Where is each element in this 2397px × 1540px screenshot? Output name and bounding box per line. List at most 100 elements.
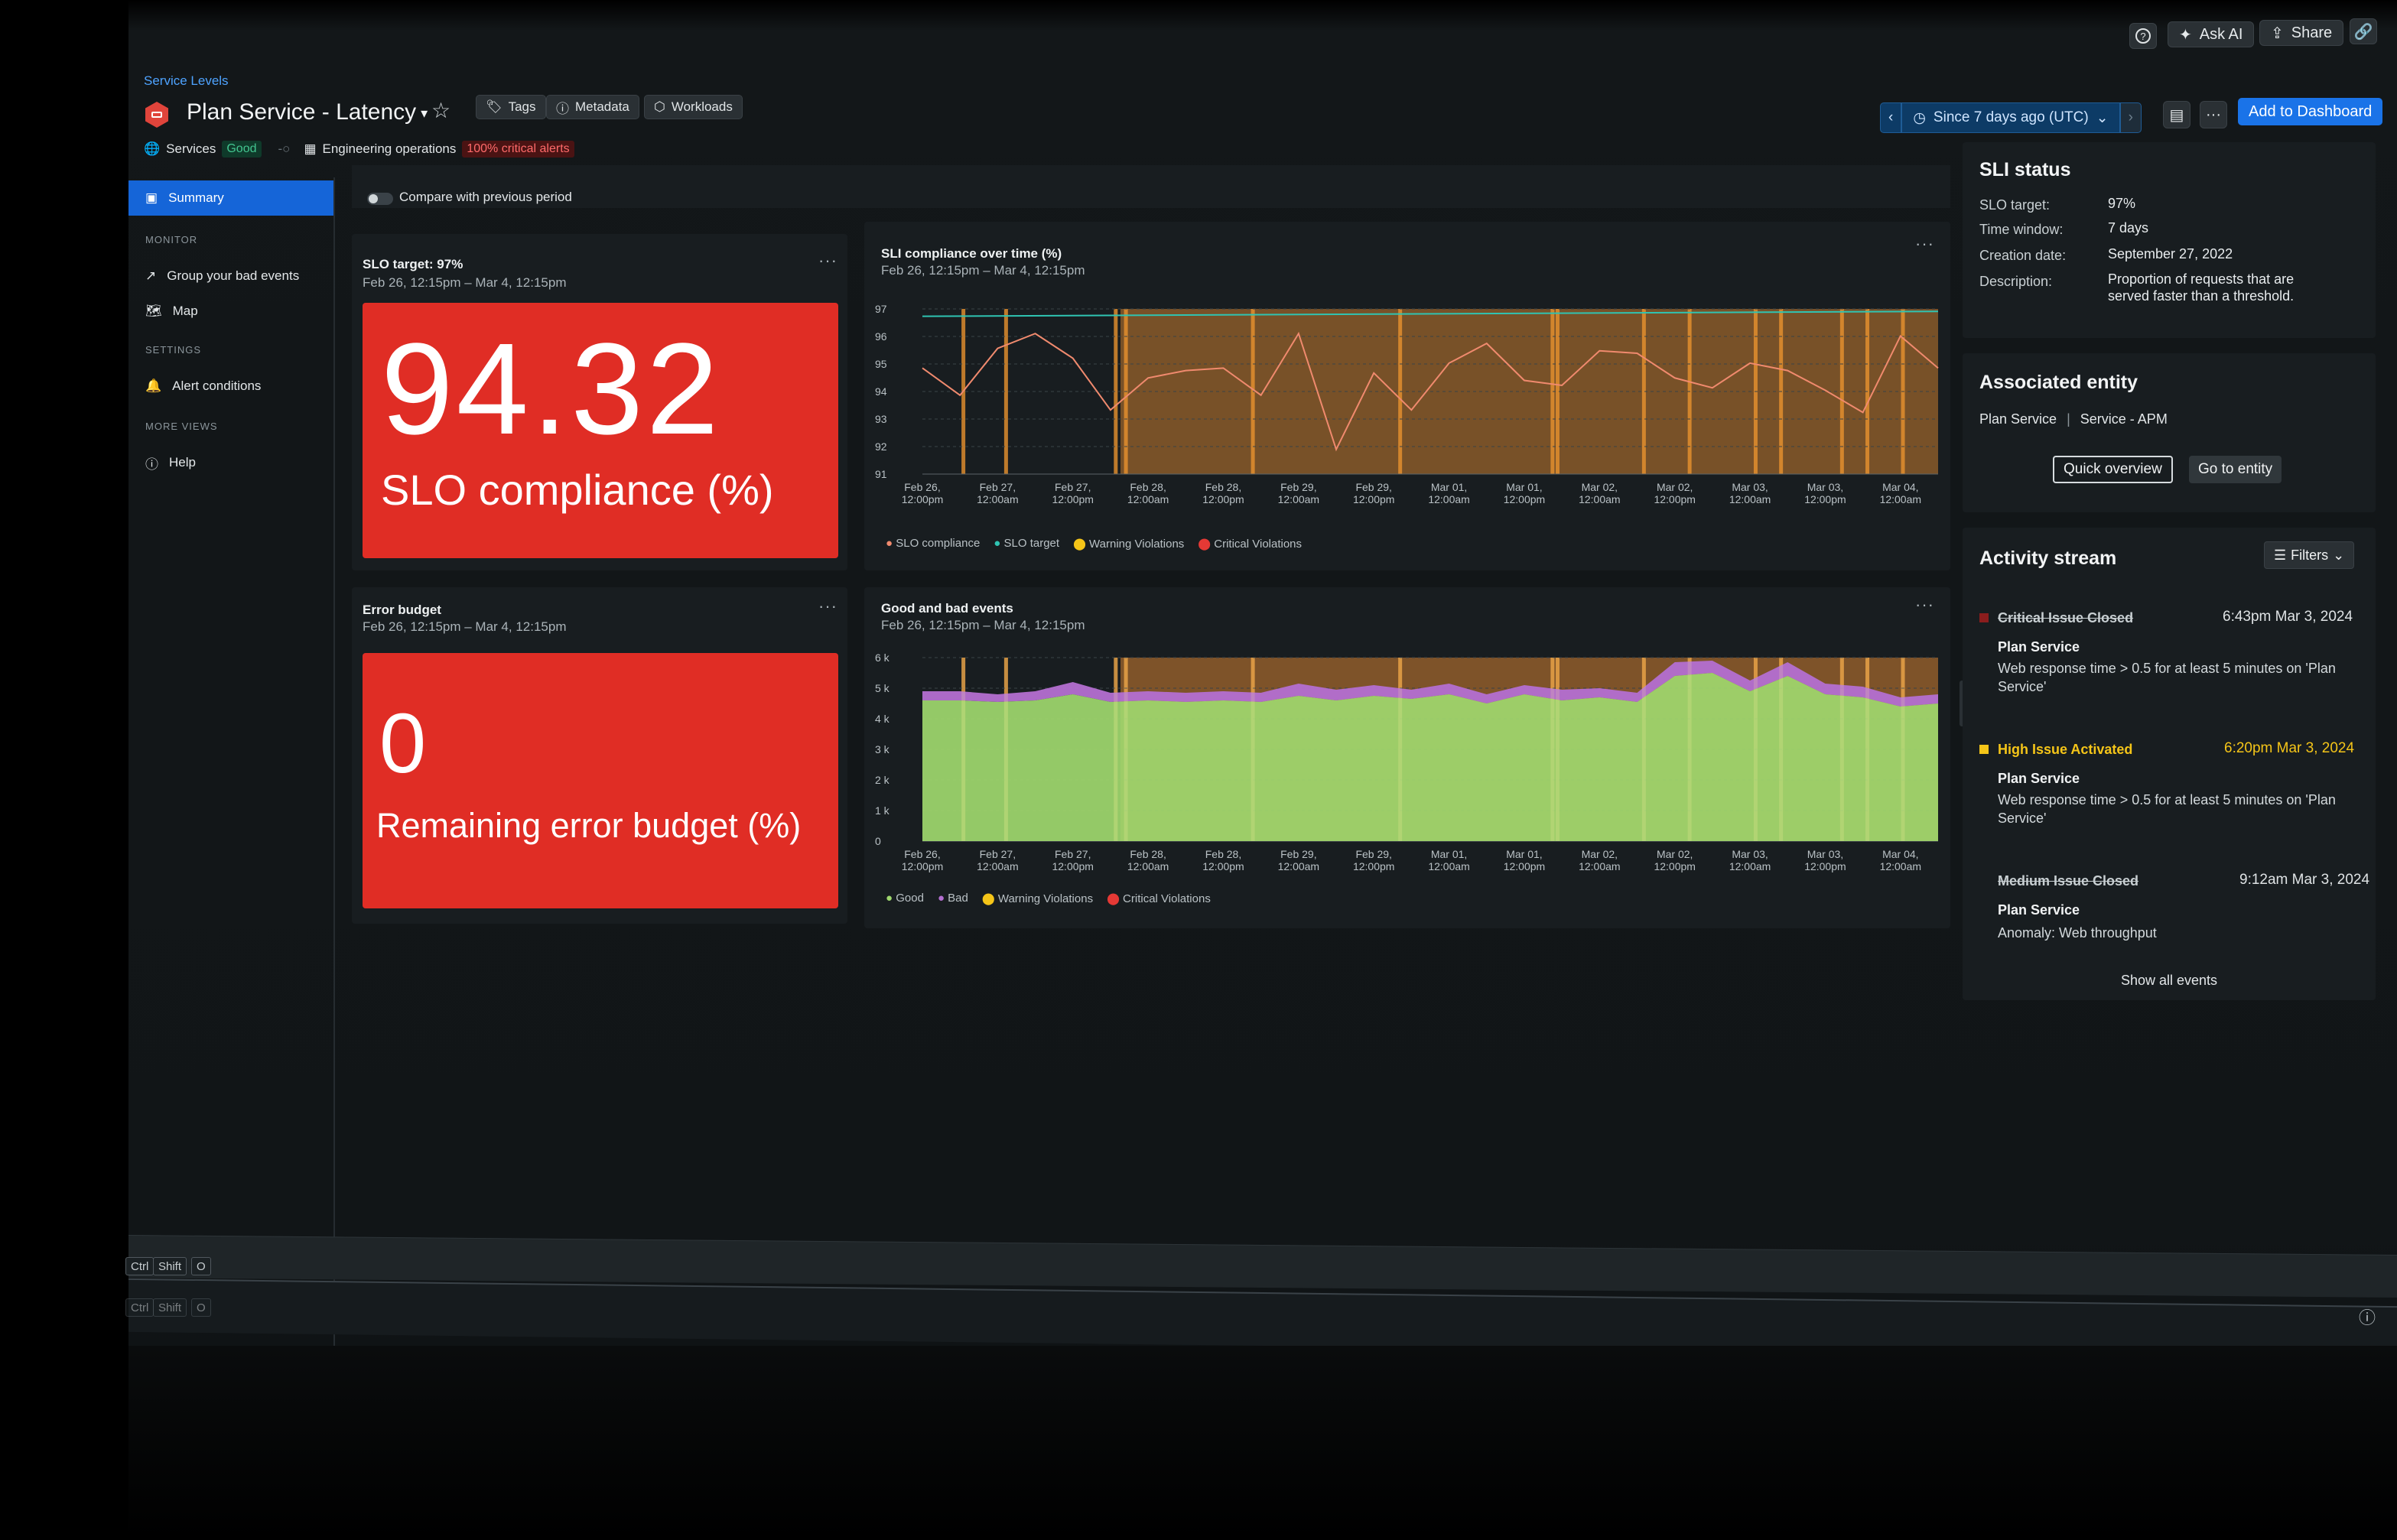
- share-button[interactable]: ⇪ Share: [2259, 20, 2344, 46]
- show-all-events-link[interactable]: Show all events: [1963, 973, 2376, 989]
- panel-menu-icon[interactable]: ···: [1915, 595, 1934, 615]
- y-tick-label: 2 k: [875, 774, 890, 786]
- favorite-star-icon[interactable]: ☆: [431, 98, 450, 123]
- time-range-button[interactable]: ◷ Since 7 days ago (UTC) ⌄: [1901, 102, 2120, 133]
- x-tick-label: 12:00pm: [1353, 493, 1394, 505]
- creation-date-label: Creation date:: [1979, 248, 2067, 263]
- connector-icon: -○: [278, 141, 291, 156]
- event-description: Web response time > 0.5 for at least 5 m…: [1998, 661, 2336, 694]
- time-prev-button[interactable]: ‹: [1880, 102, 1902, 133]
- critical-violation-overlay: [1003, 658, 1008, 841]
- tag-icon: 🏷: [486, 99, 502, 114]
- sidebar-item-alert-conditions[interactable]: 🔔 Alert conditions: [128, 369, 333, 404]
- critical-violation-overlay: [1687, 658, 1692, 841]
- shortcut-key: O: [191, 1257, 211, 1275]
- go-to-entity-button[interactable]: Go to entity: [2189, 456, 2282, 483]
- bell-icon: 🔔: [145, 379, 162, 393]
- sparkle-icon: ✦: [2179, 26, 2192, 44]
- compare-toggle[interactable]: [367, 193, 393, 205]
- event-time: 9:12am Mar 3, 2024: [2239, 872, 2370, 888]
- legend-item[interactable]: ● Good: [886, 892, 924, 905]
- grid-icon: ▦: [304, 141, 317, 156]
- legend-item[interactable]: ⬤ Critical Violations: [1198, 537, 1302, 551]
- panel-subtitle: Feb 26, 12:15pm – Mar 4, 12:15pm: [363, 619, 567, 634]
- sli-chart-panel: SLI compliance over time (%) Feb 26, 12:…: [864, 222, 1950, 570]
- x-tick-label: Feb 27,: [1055, 481, 1091, 493]
- panel-menu-icon[interactable]: ···: [1915, 234, 1934, 254]
- page-title[interactable]: Plan Service - Latency ▾: [187, 99, 428, 125]
- panel-menu-icon[interactable]: ···: [818, 596, 837, 616]
- entity-type: Service - APM: [2080, 411, 2168, 427]
- x-tick-label: 12:00pm: [1052, 860, 1093, 872]
- shortcut-key: Shift: [153, 1257, 187, 1275]
- top-shadow: [0, 0, 2397, 31]
- metadata-button[interactable]: ⓘ Metadata: [546, 95, 639, 119]
- x-tick-label: Feb 29,: [1280, 481, 1316, 493]
- legend-item[interactable]: ⬤ Warning Violations: [982, 892, 1093, 905]
- x-tick-label: 12:00am: [1278, 493, 1319, 505]
- x-tick-label: 12:00am: [977, 493, 1018, 505]
- y-tick-label: 93: [875, 413, 887, 425]
- event-title[interactable]: Critical Issue Closed: [1998, 610, 2133, 626]
- info-icon: ⓘ: [556, 101, 569, 116]
- workloads-button[interactable]: ⬡ Workloads: [644, 95, 743, 119]
- x-tick-label: 12:00am: [1880, 493, 1921, 505]
- add-to-dashboard-button[interactable]: Add to Dashboard: [2238, 98, 2383, 125]
- x-tick-label: Feb 28,: [1205, 481, 1241, 493]
- good-events-area: [922, 673, 1938, 841]
- ask-ai-button[interactable]: ✦ Ask AI: [2168, 21, 2255, 47]
- legend-item[interactable]: ● SLO compliance: [886, 537, 980, 551]
- good-bad-events-chart: 6 k5 k4 k3 k2 k1 k0Feb 26,12:00pmFeb 27,…: [875, 651, 1938, 872]
- sidebar-section-settings: SETTINGS: [145, 344, 202, 356]
- sidebar-item-summary[interactable]: ▣ Summary: [128, 180, 333, 216]
- time-picker[interactable]: ‹ ◷ Since 7 days ago (UTC) ⌄ ›: [1880, 102, 2142, 133]
- x-tick-label: Feb 28,: [1130, 848, 1166, 860]
- x-tick-label: Feb 28,: [1205, 848, 1241, 860]
- section-title: SLI status: [1979, 159, 2071, 180]
- legend-item[interactable]: ● SLO target: [994, 537, 1059, 551]
- legend-item[interactable]: ⬤ Critical Violations: [1107, 892, 1211, 905]
- x-tick-label: 12:00am: [1428, 860, 1469, 872]
- help-icon[interactable]: ?: [2129, 23, 2157, 49]
- critical-violation-overlay: [1550, 658, 1555, 841]
- entity-info[interactable]: Plan Service | Service - APM: [1979, 411, 2168, 427]
- sidebar-item-help[interactable]: ⓘ Help: [128, 445, 333, 480]
- critical-violation-overlay: [1901, 658, 1905, 841]
- entity-name: Plan Service: [1979, 411, 2057, 427]
- link-icon[interactable]: 🔗: [2350, 18, 2377, 44]
- dashboard-config-icon[interactable]: ▤: [2163, 101, 2190, 128]
- legend-item[interactable]: ⬤ Warning Violations: [1073, 537, 1184, 551]
- sidebar-item-group-bad-events[interactable]: ↗ Group your bad events: [128, 258, 333, 294]
- x-tick-label: Mar 04,: [1882, 848, 1918, 860]
- sidebar-item-label: Group your bad events: [167, 268, 300, 283]
- filters-label: Filters: [2291, 547, 2329, 563]
- x-tick-label: 12:00pm: [902, 860, 943, 872]
- share-icon: ⇪: [2271, 24, 2284, 42]
- x-tick-label: Mar 02,: [1657, 848, 1693, 860]
- event-title[interactable]: Medium Issue Closed: [1998, 873, 2138, 889]
- panel-title: SLO target: 97%: [363, 257, 463, 271]
- panel-title: SLI compliance over time (%): [881, 246, 1062, 261]
- event-title[interactable]: High Issue Activated: [1998, 742, 2132, 758]
- tags-button[interactable]: 🏷 Tags: [476, 95, 546, 119]
- event-time: 6:43pm Mar 3, 2024: [2223, 609, 2353, 625]
- quick-overview-button[interactable]: Quick overview: [2053, 456, 2173, 483]
- services-status[interactable]: 🌐 Services Good -○ ▦ Engineering operati…: [144, 141, 574, 158]
- x-tick-label: Feb 27,: [980, 848, 1016, 860]
- sidebar-item-label: Map: [172, 304, 198, 318]
- info-icon[interactable]: ⓘ: [2359, 1304, 2376, 1329]
- description-value: Proportion of requests that are served f…: [2108, 271, 2295, 304]
- event-service: Plan Service: [1998, 771, 2080, 786]
- team-label[interactable]: Engineering operations: [323, 141, 457, 157]
- more-options-icon[interactable]: ···: [2200, 101, 2227, 128]
- globe-icon: 🌐: [144, 141, 161, 156]
- time-next-button[interactable]: ›: [2119, 102, 2142, 133]
- panel-subtitle: Feb 26, 12:15pm – Mar 4, 12:15pm: [363, 275, 567, 290]
- severity-marker: [1979, 613, 1989, 622]
- panel-menu-icon[interactable]: ···: [818, 251, 837, 271]
- sidebar-item-label: Help: [169, 455, 196, 469]
- filters-button[interactable]: ☰ Filters ⌄: [2264, 541, 2355, 569]
- legend-item[interactable]: ● Bad: [938, 892, 968, 905]
- breadcrumb[interactable]: Service Levels: [144, 73, 229, 89]
- sidebar-item-map[interactable]: 🗺 Map: [128, 294, 333, 329]
